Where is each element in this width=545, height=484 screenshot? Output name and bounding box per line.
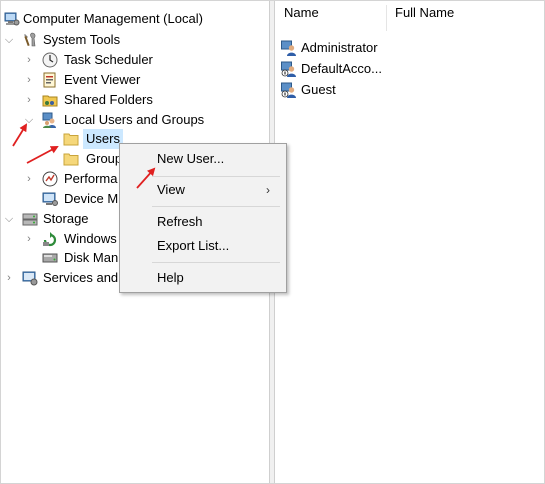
chevron-right-icon[interactable]: › — [23, 90, 35, 110]
tree-label: Windows — [64, 231, 117, 246]
menu-separator — [152, 176, 280, 177]
folder-icon — [63, 153, 79, 166]
tree-label: Shared Folders — [64, 92, 153, 107]
windows-backup-icon — [43, 232, 57, 247]
menu-separator — [152, 262, 280, 263]
context-menu: New User... View › Refresh Export List..… — [119, 143, 287, 293]
tree-item-event-viewer[interactable]: › Event Viewer — [1, 70, 269, 90]
menu-label: Refresh — [157, 214, 203, 229]
tree-label: Task Scheduler — [64, 52, 153, 67]
user-name: Administrator — [301, 40, 378, 55]
chevron-down-icon[interactable]: ⌵ — [3, 30, 15, 50]
device-manager-icon — [42, 192, 58, 206]
tree-item-task-scheduler[interactable]: › Task Scheduler — [1, 50, 269, 70]
menu-item-view[interactable]: View › — [120, 179, 286, 201]
tree-label: Device M — [64, 191, 119, 206]
user-account-icon — [281, 40, 296, 56]
tree-label: System Tools — [43, 32, 121, 47]
menu-item-help[interactable]: Help — [120, 267, 286, 289]
menu-separator — [152, 206, 280, 207]
tree-label: Computer Management (Local) — [23, 11, 203, 26]
chevron-right-icon[interactable]: › — [23, 229, 35, 249]
tree-label: Disk Man — [64, 250, 119, 265]
chevron-right-icon[interactable]: › — [23, 70, 35, 90]
menu-label: View — [157, 182, 185, 197]
user-name: DefaultAcco... — [301, 61, 382, 76]
system-tools-icon — [24, 32, 36, 47]
menu-item-refresh[interactable]: Refresh — [120, 211, 286, 233]
user-account-icon — [281, 61, 296, 77]
tree-label: Performa — [64, 171, 118, 186]
tree-label: Group — [86, 151, 123, 166]
menu-label: Export List... — [157, 238, 230, 253]
task-scheduler-icon — [42, 52, 58, 68]
chevron-right-icon[interactable]: › — [3, 268, 15, 288]
tree-item-local-users-and-groups[interactable]: ⌵ Local Users and Groups — [1, 110, 269, 130]
tree-item-computer-management[interactable]: Computer Management (Local) — [1, 9, 269, 29]
tree-label: Event Viewer — [64, 72, 141, 87]
tree-label: Services and — [43, 270, 119, 285]
tree-label: Storage — [43, 211, 89, 226]
disk-management-icon — [42, 253, 58, 263]
tree-item-shared-folders[interactable]: › Shared Folders — [1, 90, 269, 110]
performance-icon — [42, 171, 58, 187]
details-list: Name Full Name Administrator DefaultAcco… — [276, 1, 544, 483]
column-header-name[interactable]: Name — [276, 1, 386, 23]
computer-management-window: Computer Management (Local) ⌵ System Too… — [0, 0, 545, 484]
chevron-down-icon[interactable]: ⌵ — [3, 209, 15, 229]
shared-folders-icon — [42, 95, 58, 107]
chevron-right-icon[interactable]: › — [23, 50, 35, 70]
tree-label: Users — [83, 129, 123, 149]
chevron-right-icon[interactable]: › — [23, 169, 35, 189]
menu-label: New User... — [157, 151, 225, 166]
menu-label: Help — [157, 270, 184, 285]
event-viewer-icon — [43, 72, 56, 88]
services-icon — [22, 271, 38, 286]
storage-icon — [22, 213, 38, 226]
column-header-full-name[interactable]: Full Name — [387, 1, 544, 23]
tree-item-system-tools[interactable]: ⌵ System Tools — [1, 30, 269, 50]
folder-icon — [63, 133, 79, 146]
user-account-icon — [281, 82, 296, 98]
local-users-groups-icon — [42, 112, 56, 128]
computer-management-icon — [4, 12, 20, 26]
chevron-right-icon: › — [266, 183, 270, 197]
menu-item-export-list[interactable]: Export List... — [120, 235, 286, 257]
menu-item-new-user[interactable]: New User... — [120, 148, 286, 170]
tree-label: Local Users and Groups — [64, 112, 205, 127]
chevron-down-icon[interactable]: ⌵ — [23, 110, 35, 130]
user-name: Guest — [301, 82, 336, 97]
